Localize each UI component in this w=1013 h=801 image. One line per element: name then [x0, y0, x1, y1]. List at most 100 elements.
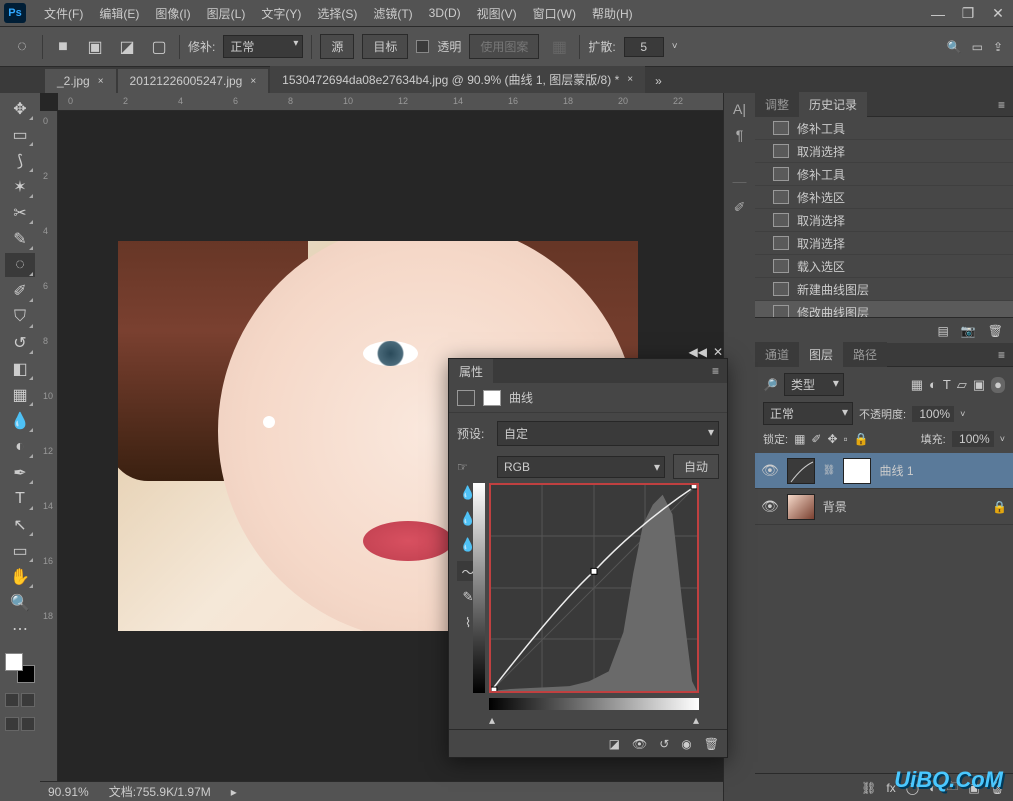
document-tab-1[interactable]: _2.jpg × — [45, 69, 116, 93]
black-slider-icon[interactable]: ▴ — [489, 713, 495, 727]
lock-artboard-icon[interactable]: ▫ — [844, 432, 848, 446]
selection-subtract-icon[interactable]: ◪ — [115, 35, 139, 59]
source-button[interactable]: 源 — [320, 34, 354, 59]
quick-select-tool[interactable]: ✶ — [5, 175, 35, 199]
zoom-level[interactable]: 90.91% — [48, 785, 89, 799]
layer-name[interactable]: 背景 — [823, 498, 847, 515]
filter-type-icon[interactable]: T — [943, 377, 951, 393]
lock-all-icon[interactable]: 🔒 — [854, 432, 869, 446]
history-item[interactable]: 取消选择 — [755, 140, 1013, 163]
window-restore[interactable]: ❐ — [953, 0, 983, 27]
menu-3d[interactable]: 3D(D) — [421, 2, 469, 24]
tab-overflow-icon[interactable]: » — [647, 69, 670, 93]
tab-history[interactable]: 历史记录 — [799, 92, 867, 117]
menu-file[interactable]: 文件(F) — [36, 1, 91, 26]
menu-help[interactable]: 帮助(H) — [584, 1, 641, 26]
layer-row[interactable]: 👁 ⛓ 曲线 1 — [755, 453, 1013, 489]
crop-tool[interactable]: ✂ — [5, 201, 35, 225]
gradient-tool[interactable]: ▦ — [5, 383, 35, 407]
tab-adjustments[interactable]: 调整 — [755, 92, 799, 117]
color-swatch[interactable] — [5, 653, 35, 683]
menu-type[interactable]: 文字(Y) — [253, 1, 309, 26]
doc-size[interactable]: 文档:755.9K/1.97M — [109, 783, 211, 800]
visibility-icon[interactable]: 👁 — [761, 498, 779, 515]
menu-filter[interactable]: 滤镜(T) — [365, 1, 420, 26]
search-icon[interactable]: 🔍 — [947, 40, 962, 54]
edit-toolbar[interactable]: ⋯ — [5, 617, 35, 641]
mask-thumb[interactable] — [843, 458, 871, 484]
opacity-value[interactable]: 100% — [912, 406, 954, 422]
menu-window[interactable]: 窗口(W) — [525, 1, 584, 26]
filter-adjust-icon[interactable]: ◐ — [929, 377, 937, 393]
brush-tool[interactable]: ✐ — [5, 279, 35, 303]
targeted-adjust-icon[interactable]: ☞ — [457, 460, 489, 474]
type-tool[interactable]: T — [5, 487, 35, 511]
eraser-tool[interactable]: ◧ — [5, 357, 35, 381]
history-item[interactable]: 载入选区 — [755, 255, 1013, 278]
hand-tool[interactable]: ✋ — [5, 565, 35, 589]
filter-smart-icon[interactable]: ▣ — [973, 377, 985, 393]
channel-select[interactable]: RGB — [497, 456, 665, 478]
shape-tool[interactable]: ▭ — [5, 539, 35, 563]
menu-select[interactable]: 选择(S) — [309, 1, 365, 26]
window-minimize[interactable]: — — [923, 0, 953, 27]
tab-layers[interactable]: 图层 — [799, 342, 843, 367]
close-icon[interactable]: × — [98, 76, 104, 87]
collapse-icon[interactable]: ◀◀ — [688, 345, 706, 359]
lock-move-icon[interactable]: ✥ — [827, 432, 837, 446]
history-item[interactable]: 新建曲线图层 — [755, 278, 1013, 301]
status-chevron-icon[interactable]: ▸ — [231, 785, 237, 799]
lasso-tool[interactable]: ⟆ — [5, 149, 35, 173]
visibility-icon[interactable]: 👁 — [761, 462, 779, 479]
clip-to-layer-icon[interactable]: ◪ — [609, 737, 620, 751]
tab-channels[interactable]: 通道 — [755, 342, 799, 367]
panel-menu-icon[interactable]: ≡ — [704, 360, 727, 382]
fill-value[interactable]: 100% — [952, 431, 994, 447]
marquee-tool[interactable]: ▭ — [5, 123, 35, 147]
diffusion-input[interactable] — [624, 37, 664, 57]
menu-layer[interactable]: 图层(L) — [199, 1, 254, 26]
lock-pixels-icon[interactable]: ▦ — [794, 432, 805, 446]
auto-button[interactable]: 自动 — [673, 454, 719, 479]
layer-row[interactable]: 👁 背景 🔒 — [755, 489, 1013, 525]
history-brush-tool[interactable]: ↺ — [5, 331, 35, 355]
snapshot-icon[interactable]: 📷 — [961, 324, 976, 338]
lock-position-icon[interactable]: ✐ — [811, 432, 821, 446]
history-item[interactable]: 修改曲线图层 — [755, 301, 1013, 317]
pen-tool[interactable]: ✒ — [5, 461, 35, 485]
close-panel-icon[interactable]: ✕ — [713, 345, 723, 359]
history-item[interactable]: 取消选择 — [755, 232, 1013, 255]
character-panel-icon[interactable]: A| — [733, 101, 746, 117]
curves-graph[interactable] — [489, 483, 699, 693]
preset-select[interactable]: 自定 — [497, 421, 719, 446]
filter-shape-icon[interactable]: ▱ — [957, 377, 967, 393]
share-icon[interactable]: ⇪ — [993, 40, 1003, 54]
toggle-visibility-icon[interactable]: 👁 — [632, 737, 647, 751]
document-tab-3[interactable]: 1530472694da08e27634b4.jpg @ 90.9% (曲线 1… — [270, 66, 645, 93]
adjustment-thumb[interactable] — [787, 458, 815, 484]
reset-icon[interactable]: ↺ — [659, 737, 669, 751]
layer-thumb[interactable] — [787, 494, 815, 520]
history-item[interactable]: 修补工具 — [755, 117, 1013, 140]
dodge-tool[interactable]: ◐ — [5, 435, 35, 459]
stamp-tool[interactable]: ⛉ — [5, 305, 35, 329]
filter-type-select[interactable]: 类型 — [784, 373, 844, 396]
close-icon[interactable]: × — [627, 74, 633, 85]
move-tool[interactable]: ✥ — [5, 97, 35, 121]
tab-paths[interactable]: 路径 — [843, 342, 887, 367]
ruler-horizontal[interactable]: 0 2 4 6 8 10 12 14 16 18 20 22 — [58, 93, 755, 111]
foreground-color[interactable] — [5, 653, 23, 671]
document-tab-2[interactable]: 20121226005247.jpg × — [118, 69, 269, 93]
link-icon[interactable]: ⛓ — [823, 465, 836, 476]
layer-name[interactable]: 曲线 1 — [879, 462, 913, 479]
filter-pixel-icon[interactable]: ▦ — [911, 377, 923, 393]
selection-new-icon[interactable]: ■ — [51, 35, 75, 59]
patch-mode-select[interactable]: 正常 — [223, 35, 303, 58]
target-button[interactable]: 目标 — [362, 34, 408, 59]
selection-intersect-icon[interactable]: ▢ — [147, 35, 171, 59]
blur-tool[interactable]: 💧 — [5, 409, 35, 433]
properties-panel[interactable]: ◀◀ ✕ 属性 ≡ 曲线 预设: 自定 ☞ RGB 自动 💧 💧 💧 〜 ✎ ⌇ — [448, 358, 728, 758]
workspace-icon[interactable]: ▭ — [972, 40, 983, 54]
filter-toggle-icon[interactable]: ● — [991, 377, 1005, 393]
eyedropper-tool[interactable]: ✎ — [5, 227, 35, 251]
